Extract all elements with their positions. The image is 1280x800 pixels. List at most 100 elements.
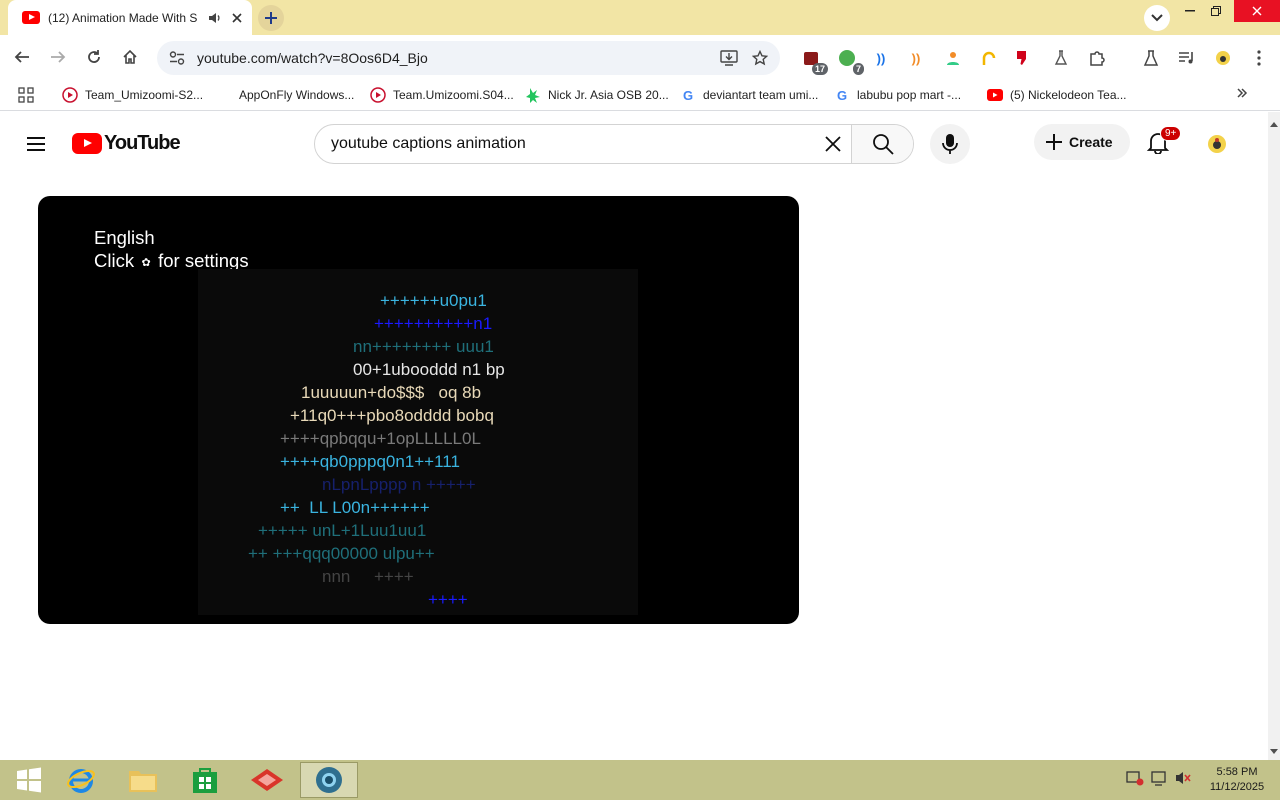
caption-click-word: Click <box>94 250 135 271</box>
address-url: youtube.com/watch?v=8Oos6D4_Bjo <box>197 50 428 66</box>
address-bar[interactable]: youtube.com/watch?v=8Oos6D4_Bjo <box>157 41 780 75</box>
ascii-line: ++++qb0pppq0n1++111 <box>280 452 460 471</box>
plus-icon <box>1045 133 1063 151</box>
browser-tab-strip: (12) Animation Made With S <box>0 0 1280 35</box>
ascii-line: ++++++u0pu1 <box>380 291 487 310</box>
bookmarks-bar: Team_Umizoomi-S2... AppOnFly Windows... … <box>0 79 1280 111</box>
extensions-puzzle-icon[interactable] <box>1086 47 1108 69</box>
reload-icon[interactable] <box>82 45 106 69</box>
tab-title: (12) Animation Made With S <box>48 10 198 25</box>
clock-date: 11/12/2025 <box>1209 781 1265 793</box>
youtube-logo[interactable]: YouTube <box>72 132 181 155</box>
youtube-favicon-icon <box>22 11 40 24</box>
bookmark-item[interactable]: Nick Jr. Asia OSB 20... <box>525 87 669 103</box>
youtube-favicon-icon <box>987 87 1003 103</box>
scroll-up-arrow-icon[interactable] <box>1270 122 1278 127</box>
start-windows-icon[interactable] <box>0 762 58 798</box>
settings-gear-icon: ✿ <box>141 257 151 269</box>
site-info-tune-icon[interactable] <box>169 51 185 65</box>
scroll-down-arrow-icon[interactable] <box>1270 749 1278 754</box>
search-icon[interactable] <box>851 125 913 163</box>
hamburger-menu-icon[interactable] <box>24 132 48 156</box>
browser-tab-active[interactable]: (12) Animation Made With S <box>8 0 252 35</box>
ascii-line: +++++ unL+1Luu1uu1 <box>258 521 427 540</box>
extension-orange-signal-icon[interactable]: )) <box>905 47 927 69</box>
dailymotion-favicon-icon <box>62 87 78 103</box>
nick-splat-favicon-icon <box>525 87 541 103</box>
youtube-header: YouTube youtube captions animation Creat… <box>0 112 1268 176</box>
ascii-line: ++++qpbqqu+1opLLLLL0L <box>280 429 481 448</box>
install-app-icon[interactable] <box>720 50 738 66</box>
action-center-flag-icon[interactable] <box>1150 770 1168 786</box>
youtube-logo-text: YouTube <box>104 132 181 154</box>
media-controls-icon[interactable] <box>1176 47 1198 69</box>
notifications-button[interactable]: 9+ <box>1146 126 1182 154</box>
page-scrollbar[interactable] <box>1268 112 1280 760</box>
speaker-icon[interactable] <box>208 12 222 24</box>
restore-window-icon[interactable] <box>1196 0 1236 22</box>
create-label: Create <box>1069 134 1113 150</box>
red-app-icon[interactable] <box>238 762 296 798</box>
microphone-icon[interactable] <box>930 124 970 164</box>
clear-search-icon[interactable] <box>815 125 851 163</box>
notification-count-badge: 9+ <box>1160 126 1182 141</box>
bookmark-item[interactable]: G labubu pop mart -... <box>834 87 961 103</box>
store-bag-icon[interactable] <box>176 762 234 798</box>
extension-people-icon[interactable] <box>942 47 964 69</box>
clock-time: 5:58 PM <box>1216 766 1258 778</box>
caption-language: English <box>94 227 155 248</box>
bookmark-item[interactable]: Team_Umizoomi-S2... <box>62 87 203 103</box>
search-box[interactable]: youtube captions animation <box>314 124 914 164</box>
internet-explorer-icon[interactable] <box>52 762 110 798</box>
dailymotion-favicon-icon <box>370 87 386 103</box>
bookmark-item[interactable]: (5) Nickelodeon Tea... <box>987 87 1127 103</box>
bookmark-star-icon[interactable] <box>752 50 768 66</box>
ascii-line: nLpnLpppp n +++++ <box>322 475 476 494</box>
caption-settings-text: for settings <box>158 250 249 271</box>
extension-flask-icon[interactable] <box>1050 47 1072 69</box>
browser-toolbar: youtube.com/watch?v=8Oos6D4_Bjo 17 7 )) … <box>0 35 1280 79</box>
forward-arrow-icon[interactable] <box>46 45 70 69</box>
browser-menu-kebab-icon[interactable] <box>1248 47 1270 69</box>
ascii-line: ++ LL L00n++++++ <box>280 498 430 517</box>
close-window-icon[interactable] <box>1234 0 1280 22</box>
more-bookmarks-chevron-icon[interactable] <box>1236 87 1248 99</box>
file-explorer-folder-icon[interactable] <box>114 762 172 798</box>
youtube-play-logo-icon <box>72 133 102 154</box>
extension-signal-icon[interactable]: )) <box>870 47 892 69</box>
ascii-line: ++++++++++n1 <box>374 314 493 333</box>
ascii-line: ++++ <box>428 590 468 609</box>
windows-taskbar: 5:58 PM 11/12/2025 <box>0 760 1280 800</box>
video-frame-ascii-art: ++++++u0pu1 ++++++++++n1 nn++++++++ uuu1… <box>198 269 638 615</box>
bookmark-item[interactable]: AppOnFly Windows... <box>216 87 354 103</box>
new-tab-plus-icon[interactable] <box>258 5 284 31</box>
volume-muted-icon[interactable] <box>1174 770 1192 786</box>
create-button[interactable]: Create <box>1034 124 1130 160</box>
close-tab-icon[interactable] <box>232 12 242 23</box>
extension-green-icon[interactable]: 7 <box>836 47 864 75</box>
extension-shield-icon[interactable]: 17 <box>800 47 828 75</box>
back-arrow-icon[interactable] <box>10 45 34 69</box>
extension-hook-icon[interactable] <box>978 47 1000 69</box>
dislike-icon[interactable] <box>1012 47 1034 69</box>
labs-beaker-icon[interactable] <box>1140 47 1162 69</box>
bookmark-item[interactable]: Team.Umizoomi.S04... <box>370 87 514 103</box>
account-avatar-icon[interactable] <box>1206 133 1228 155</box>
ascii-line: nn++++++++ uuu1 <box>353 337 494 356</box>
network-warning-icon[interactable] <box>1126 770 1144 786</box>
taskbar-clock[interactable]: 5:58 PM 11/12/2025 <box>1200 765 1274 795</box>
system-tray <box>1126 770 1192 786</box>
google-favicon-icon: G <box>836 87 848 103</box>
home-icon[interactable] <box>118 45 142 69</box>
bookmark-item[interactable]: G deviantart team umi... <box>680 87 818 103</box>
profile-avatar-icon[interactable] <box>1212 47 1234 69</box>
ascii-line: 00+1ubooddd n1 bp <box>353 360 505 379</box>
ascii-line: ++ +++qqq00000 ulpu++ <box>248 544 435 563</box>
video-player[interactable]: English Click ✿ for settings ++++++u0pu1 +… <box>38 196 799 624</box>
chrome-taskbar-icon[interactable] <box>300 762 358 798</box>
ascii-line: +11q0+++pbo8odddd bobq <box>290 406 494 425</box>
google-favicon-icon: G <box>682 87 694 103</box>
tab-search-chevron-icon[interactable] <box>1144 5 1170 31</box>
search-input[interactable]: youtube captions animation <box>315 135 815 153</box>
apps-grid-icon[interactable] <box>18 87 34 103</box>
